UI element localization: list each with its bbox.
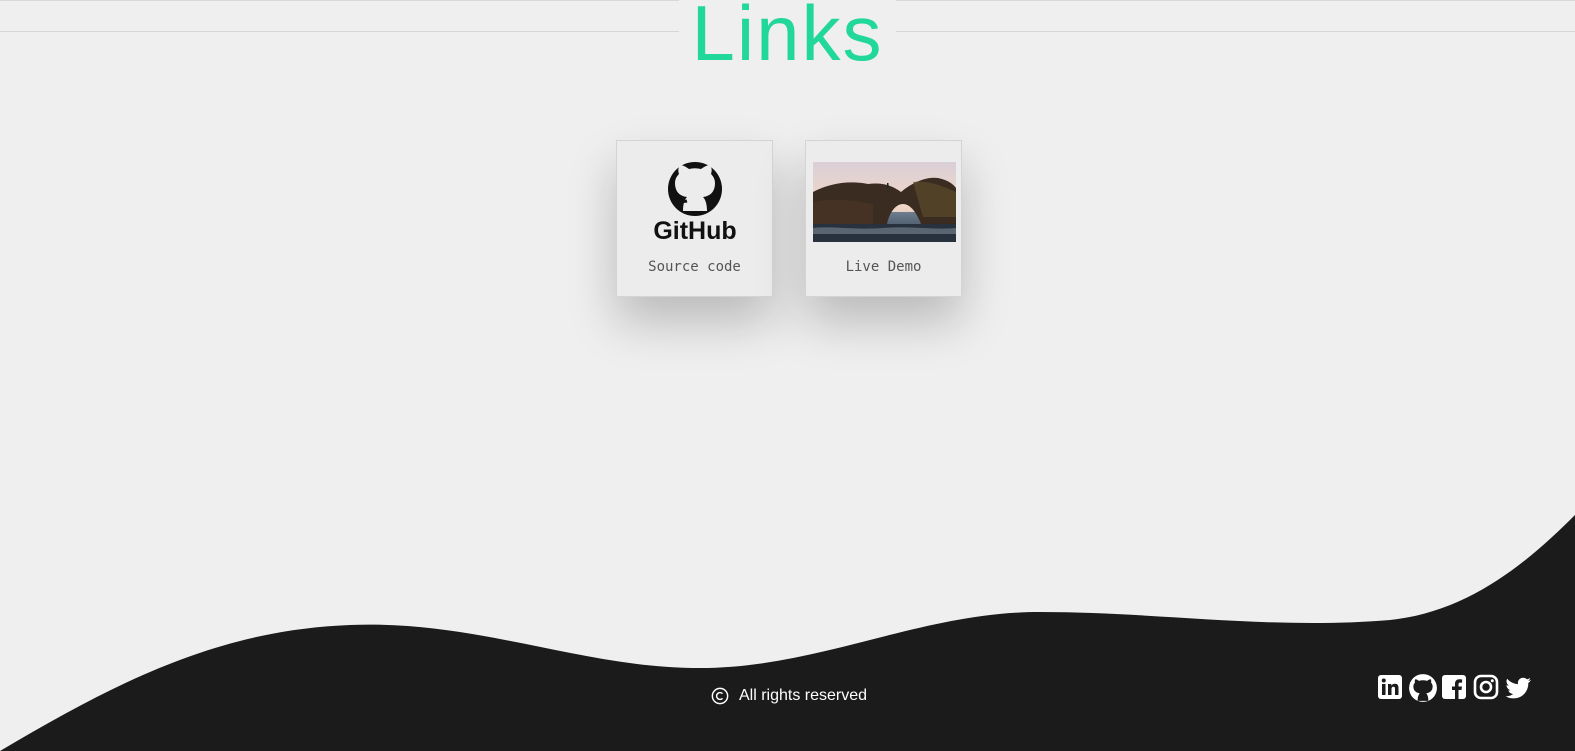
social-links: [1376, 673, 1532, 702]
footer-wave: [0, 515, 1575, 751]
github-icon[interactable]: [1408, 673, 1437, 702]
linkedin-icon[interactable]: [1376, 673, 1404, 701]
instagram-icon[interactable]: [1472, 673, 1500, 701]
page: Links GitHub Source code Live Demo All r…: [0, 0, 1575, 751]
copyright-icon: [711, 687, 729, 705]
copyright: All rights reserved: [711, 687, 867, 705]
copyright-text: All rights reserved: [739, 687, 868, 704]
twitter-icon[interactable]: [1504, 673, 1532, 701]
facebook-icon[interactable]: [1440, 673, 1468, 701]
